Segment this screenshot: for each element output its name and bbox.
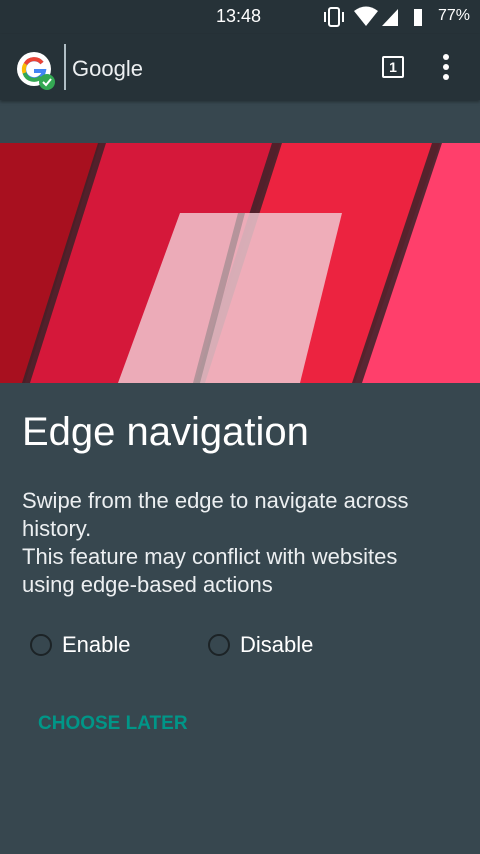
description-line: using edge-based actions (22, 572, 273, 597)
enable-radio[interactable] (30, 634, 52, 656)
google-g-icon[interactable] (16, 51, 56, 91)
dialog-title: Edge navigation (22, 410, 309, 454)
signal-icon (382, 9, 398, 26)
edge-navigation-illustration (0, 143, 480, 383)
status-icons (324, 6, 422, 27)
more-vert-icon[interactable] (436, 52, 456, 82)
disable-radio[interactable] (208, 634, 230, 656)
tab-switcher-button[interactable]: 1 (382, 56, 404, 78)
choose-later-button[interactable]: CHOOSE LATER (38, 713, 188, 735)
description-line: Swipe from the edge to navigate across (22, 488, 409, 513)
status-bar: 13:48 77% (0, 0, 480, 34)
page-title[interactable]: Google (72, 56, 143, 82)
toolbar: Google 1 (0, 34, 480, 100)
vibrate-icon (324, 7, 344, 27)
status-time: 13:48 (216, 6, 262, 26)
disable-label[interactable]: Disable (240, 632, 313, 658)
dialog-description: Swipe from the edge to navigate across h… (22, 487, 462, 599)
wifi-icon (354, 6, 378, 26)
battery-percent: 77% (438, 7, 471, 24)
description-line: history. (22, 516, 92, 541)
toolbar-divider (64, 44, 66, 90)
disable-option[interactable]: Disable (208, 630, 313, 660)
enable-option[interactable]: Enable (30, 630, 131, 660)
description-line: This feature may conflict with websites (22, 544, 398, 569)
verified-check-icon (39, 74, 55, 90)
battery-icon (414, 9, 422, 26)
enable-label[interactable]: Enable (62, 632, 131, 658)
